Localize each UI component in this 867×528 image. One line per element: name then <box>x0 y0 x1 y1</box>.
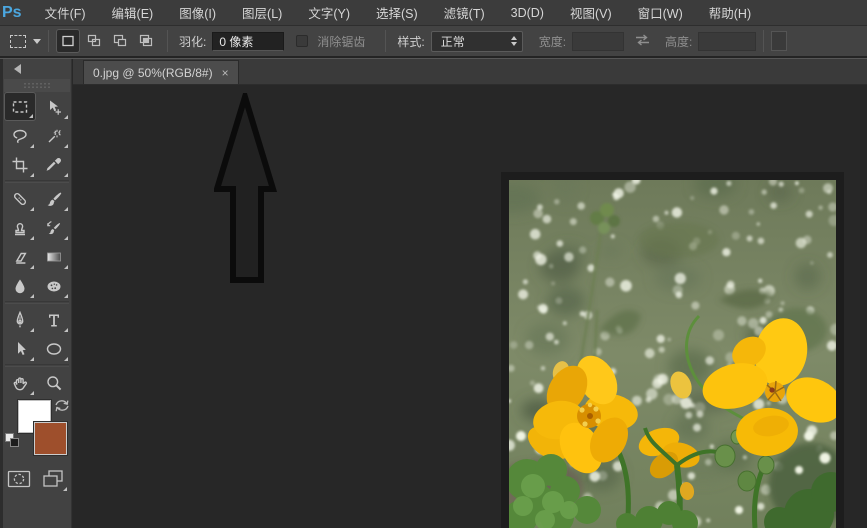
tool-crop[interactable] <box>4 150 36 179</box>
clipped-options-control <box>771 31 787 51</box>
width-label: 宽度: <box>539 33 566 50</box>
height-input[interactable] <box>698 32 756 51</box>
tool-gradient[interactable] <box>38 242 70 271</box>
tool-type[interactable] <box>38 305 70 334</box>
menu-item[interactable]: 帮助(H) <box>696 0 764 25</box>
tool-history-brush[interactable] <box>38 213 70 242</box>
tab-strip: 0.jpg @ 50%(RGB/8#) × <box>73 59 867 85</box>
tool-divider <box>5 180 69 183</box>
tool-pen[interactable] <box>4 305 36 334</box>
document-tab[interactable]: 0.jpg @ 50%(RGB/8#) × <box>83 60 239 84</box>
tools-panel-header <box>3 59 71 79</box>
subtract-from-selection-button[interactable] <box>108 29 132 53</box>
menu-item[interactable]: 图像(I) <box>166 0 229 25</box>
feather-label: 羽化: <box>179 33 206 50</box>
ps-logo: Ps <box>0 4 32 22</box>
tool-clone-stamp[interactable] <box>4 213 36 242</box>
menu-items: 文件(F)编辑(E)图像(I)图层(L)文字(Y)选择(S)滤镜(T)3D(D)… <box>32 0 765 25</box>
tool-eyedropper[interactable] <box>38 150 70 179</box>
separator <box>763 30 764 52</box>
separator <box>48 30 49 52</box>
tool-brush[interactable] <box>38 184 70 213</box>
tool-spot-healing-brush[interactable] <box>4 184 36 213</box>
menu-item[interactable]: 编辑(E) <box>99 0 167 25</box>
tool-blur[interactable] <box>4 271 36 300</box>
menu-item[interactable]: 视图(V) <box>557 0 625 25</box>
menu-item[interactable]: 图层(L) <box>229 0 295 25</box>
chevron-down-icon <box>33 39 41 44</box>
tool-move[interactable] <box>38 92 70 121</box>
separator <box>385 30 386 52</box>
menu-item[interactable]: 窗口(W) <box>625 0 696 25</box>
new-selection-button[interactable] <box>56 29 80 53</box>
tool-path-selection[interactable] <box>4 334 36 363</box>
menu-item[interactable]: 文件(F) <box>32 0 99 25</box>
default-colors-icon[interactable] <box>5 433 21 449</box>
workspace: 0.jpg @ 50%(RGB/8#) × <box>0 58 867 528</box>
screen-mode-button[interactable] <box>37 465 69 492</box>
menu-item[interactable]: 选择(S) <box>363 0 431 25</box>
color-wells <box>3 397 71 461</box>
feather-input[interactable]: 0 像素 <box>212 32 284 51</box>
tool-magic-wand[interactable] <box>38 121 70 150</box>
width-input[interactable] <box>572 32 624 51</box>
height-label: 高度: <box>665 33 692 50</box>
style-value: 正常 <box>441 33 511 50</box>
tool-rectangular-marquee[interactable] <box>4 92 36 121</box>
antialias-checkbox[interactable] <box>296 35 308 47</box>
tools-panel <box>0 59 72 528</box>
tool-ellipse-shape[interactable] <box>38 334 70 363</box>
tool-hand[interactable] <box>4 368 36 397</box>
intersect-selection-button[interactable] <box>134 29 158 53</box>
menu-item[interactable]: 滤镜(T) <box>431 0 498 25</box>
marquee-preset-icon <box>10 35 26 48</box>
collapse-panel-icon[interactable] <box>14 64 21 74</box>
background-color-swatch[interactable] <box>34 422 67 455</box>
toolbar-bottom-buttons <box>3 465 71 492</box>
tool-preset-picker[interactable] <box>10 35 41 48</box>
panel-grip[interactable] <box>4 79 70 92</box>
tool-lasso[interactable] <box>4 121 36 150</box>
tool-divider <box>5 364 69 367</box>
menu-item[interactable]: 文字(Y) <box>295 0 363 25</box>
document-area: 0.jpg @ 50%(RGB/8#) × <box>73 59 867 528</box>
menu-item[interactable]: 3D(D) <box>498 0 557 25</box>
style-dropdown[interactable]: 正常 <box>431 31 523 52</box>
up-arrow-drawing <box>214 93 278 289</box>
swap-colors-icon[interactable] <box>52 397 72 420</box>
swap-dimensions-icon[interactable] <box>634 33 651 50</box>
style-label: 样式: <box>397 33 424 50</box>
add-to-selection-button[interactable] <box>82 29 106 53</box>
quick-mask-button[interactable] <box>3 465 35 492</box>
menu-bar: Ps 文件(F)编辑(E)图像(I)图层(L)文字(Y)选择(S)滤镜(T)3D… <box>0 0 867 26</box>
separator <box>167 30 168 52</box>
tool-sponge[interactable] <box>38 271 70 300</box>
tool-divider <box>5 301 69 304</box>
options-bar: 羽化: 0 像素 消除锯齿 样式: 正常 宽度: 高度: <box>0 26 867 58</box>
tool-eraser[interactable] <box>4 242 36 271</box>
grip-dots-icon <box>23 82 51 89</box>
tool-grid <box>3 92 71 397</box>
close-tab-icon[interactable]: × <box>222 66 229 80</box>
photoshop-window: Ps 文件(F)编辑(E)图像(I)图层(L)文字(Y)选择(S)滤镜(T)3D… <box>0 0 867 528</box>
photo-yellow-flowers <box>509 180 836 528</box>
tool-zoom[interactable] <box>38 368 70 397</box>
document-tab-title: 0.jpg @ 50%(RGB/8#) <box>93 66 213 80</box>
antialias-label: 消除锯齿 <box>317 33 365 50</box>
updown-arrows-icon <box>511 36 517 46</box>
canvas[interactable] <box>73 85 867 528</box>
